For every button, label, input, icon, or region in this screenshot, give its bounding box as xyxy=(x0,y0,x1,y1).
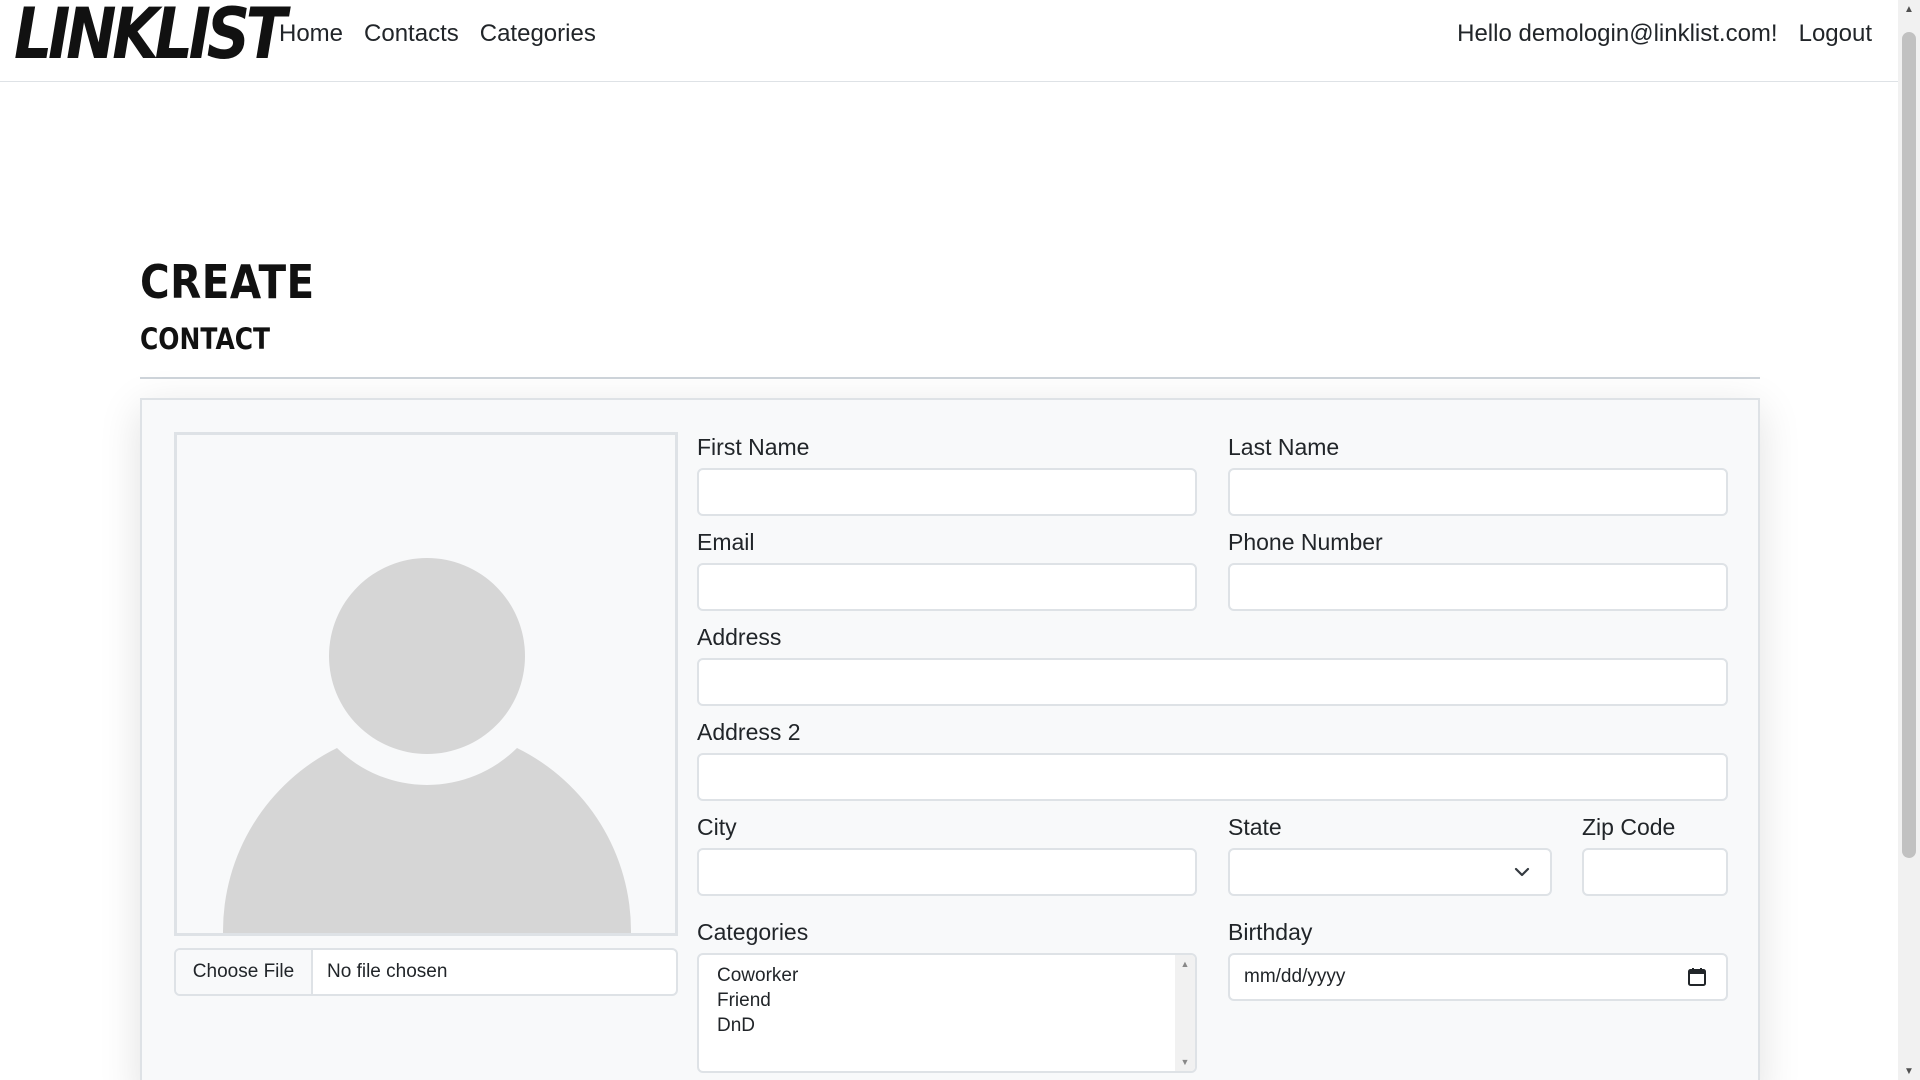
photo-file-input[interactable]: Choose File No file chosen xyxy=(174,948,678,996)
nav-user-area: Hello demologin@linklist.com! Logout xyxy=(1457,18,1872,50)
calendar-icon[interactable] xyxy=(1686,966,1708,988)
first-name-label: First Name xyxy=(697,434,810,460)
address-input[interactable] xyxy=(697,658,1728,706)
page-subtitle: CONTACT xyxy=(140,322,271,356)
chevron-down-icon xyxy=(1514,867,1530,877)
zip-input[interactable] xyxy=(1582,848,1728,896)
listbox-scroll-up-icon[interactable]: ▲ xyxy=(1175,959,1195,969)
nav-contacts-link[interactable]: Contacts xyxy=(364,18,459,50)
logout-link[interactable]: Logout xyxy=(1799,18,1872,50)
address2-label: Address 2 xyxy=(697,719,801,745)
birthday-placeholder: mm/dd/yyyy xyxy=(1244,966,1346,987)
scroll-down-arrow-icon[interactable]: ▼ xyxy=(1898,1062,1920,1080)
address-label: Address xyxy=(697,624,782,650)
page-scrollbar[interactable]: ▲ ▼ xyxy=(1898,0,1920,1080)
birthday-input[interactable]: mm/dd/yyyy xyxy=(1228,953,1728,1001)
last-name-input[interactable] xyxy=(1228,468,1728,516)
city-label: City xyxy=(697,814,737,840)
category-option[interactable]: DnD xyxy=(717,1013,755,1038)
nav-home-link[interactable]: Home xyxy=(279,18,343,50)
phone-input[interactable] xyxy=(1228,563,1728,611)
state-label: State xyxy=(1228,814,1282,840)
city-input[interactable] xyxy=(697,848,1197,896)
phone-label: Phone Number xyxy=(1228,529,1383,555)
email-label: Email xyxy=(697,529,755,555)
navbar: LINKLIST Home Contacts Categories Hello … xyxy=(0,0,1898,82)
choose-file-button[interactable]: Choose File xyxy=(176,950,313,994)
file-status-text: No file chosen xyxy=(327,961,448,982)
state-select[interactable] xyxy=(1228,848,1552,896)
last-name-label: Last Name xyxy=(1228,434,1340,460)
category-option[interactable]: Coworker xyxy=(717,963,798,988)
header-divider xyxy=(140,377,1760,379)
listbox-scroll-down-icon[interactable]: ▼ xyxy=(1175,1057,1195,1067)
address2-input[interactable] xyxy=(697,753,1728,801)
scroll-up-arrow-icon[interactable]: ▲ xyxy=(1898,0,1920,18)
categories-scrollbar[interactable]: ▲ ▼ xyxy=(1175,955,1195,1071)
create-contact-card: Choose File No file chosen First Name La… xyxy=(140,398,1760,1080)
brand-logo[interactable]: LINKLIST xyxy=(14,0,287,69)
person-placeholder-icon xyxy=(222,558,632,933)
nav-links: Home Contacts Categories xyxy=(279,18,596,50)
email-input[interactable] xyxy=(697,563,1197,611)
categories-label: Categories xyxy=(697,919,809,945)
first-name-input[interactable] xyxy=(697,468,1197,516)
categories-multiselect[interactable]: Coworker Friend DnD ▲ ▼ xyxy=(697,953,1197,1073)
contact-photo-preview xyxy=(174,432,678,936)
nav-categories-link[interactable]: Categories xyxy=(480,18,596,50)
page-title: CREATE xyxy=(140,255,315,309)
zip-label: Zip Code xyxy=(1582,814,1676,840)
user-greeting-link[interactable]: Hello demologin@linklist.com! xyxy=(1457,18,1777,50)
scrollbar-thumb[interactable] xyxy=(1902,32,1916,858)
birthday-label: Birthday xyxy=(1228,919,1313,945)
category-option[interactable]: Friend xyxy=(717,988,771,1013)
